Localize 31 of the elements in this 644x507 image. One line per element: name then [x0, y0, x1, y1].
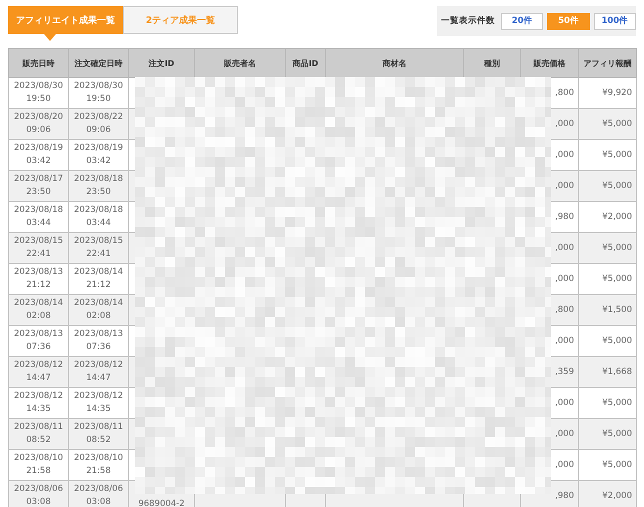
column-header: 種別 — [464, 48, 520, 78]
price-text: ,980 — [555, 490, 574, 500]
page-size-button[interactable]: 50件 — [547, 12, 590, 30]
page-size-button[interactable]: 100件 — [594, 12, 636, 30]
tab[interactable]: アフィリエイト成果一覧 — [8, 6, 123, 34]
price-text: ,000 — [555, 336, 574, 346]
price-text: ,000 — [555, 150, 574, 160]
page-size-label: 一覧表示件数 — [441, 15, 495, 27]
price-text: ,800 — [555, 88, 574, 98]
column-header: 商品ID — [286, 48, 326, 78]
price-text: ,000 — [555, 242, 574, 252]
price-text: ,000 — [555, 118, 574, 128]
price-text: ,000 — [555, 274, 574, 284]
column-header: 販売価格 — [520, 48, 578, 78]
column-header: 商材名 — [326, 48, 464, 78]
page-size-button[interactable]: 20件 — [501, 12, 544, 30]
column-header: 販売日時 — [8, 48, 68, 78]
column-header: 注文確定日時 — [68, 48, 128, 78]
price-text: ,000 — [555, 428, 574, 438]
tab[interactable]: 2ティア成果一覧 — [123, 6, 238, 34]
price-text: ,980 — [555, 212, 574, 222]
tab-pointer-icon — [44, 34, 56, 41]
price-text: ,000 — [555, 180, 574, 190]
price-text: ,000 — [555, 398, 574, 408]
price-text: ,000 — [555, 460, 574, 470]
price-text: ,359 — [555, 366, 574, 376]
column-header: 販売者名 — [194, 48, 286, 78]
table-cell: 2023/08/06 03:08 — [8, 480, 68, 507]
price-text: ,800 — [555, 304, 574, 314]
column-header: アフィリ報酬 — [578, 48, 636, 78]
column-header: 注文ID — [128, 48, 194, 78]
